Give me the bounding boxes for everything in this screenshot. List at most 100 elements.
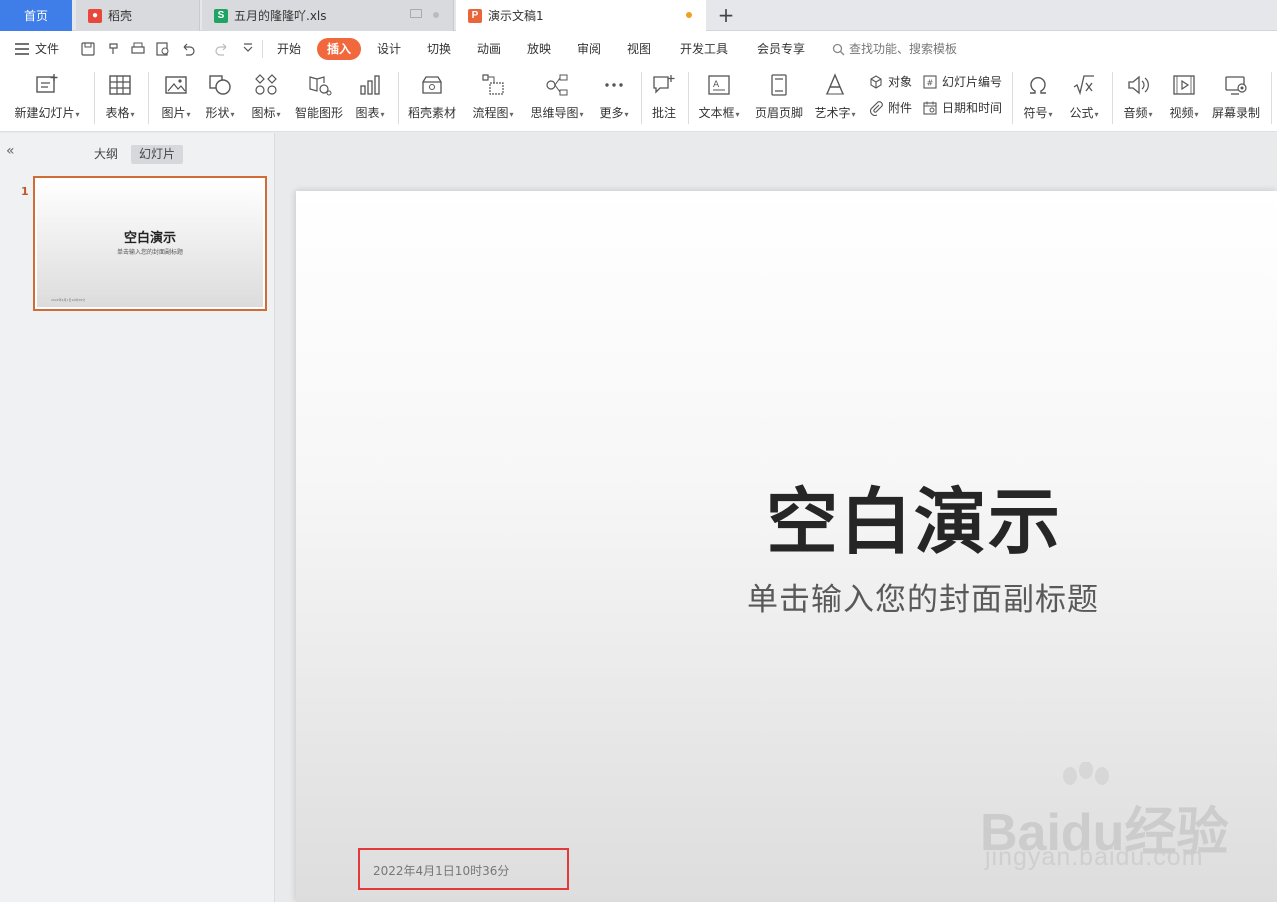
mindmap-button[interactable]: 思维导图▾ bbox=[526, 70, 588, 128]
speaker-icon bbox=[1128, 75, 1149, 95]
file-menu-button[interactable]: 文件 bbox=[14, 38, 59, 60]
slide-subtitle[interactable]: 单击输入您的封面副标题 bbox=[747, 574, 1099, 619]
audio-button[interactable]: 音频▾ bbox=[1118, 70, 1158, 128]
screen-record-button[interactable]: 屏幕录制 bbox=[1210, 70, 1262, 128]
picture-button[interactable]: 图片▾ bbox=[156, 70, 196, 128]
daoke-icon: ● bbox=[88, 8, 102, 23]
flowchart-label: 流程图 bbox=[472, 106, 509, 120]
print-preview-icon[interactable] bbox=[155, 41, 171, 57]
more-label: 更多 bbox=[599, 106, 624, 120]
symbol-label: 符号 bbox=[1023, 106, 1048, 120]
save-icon[interactable] bbox=[80, 41, 96, 57]
screen-record-icon bbox=[1225, 76, 1247, 95]
tab-spreadsheet[interactable]: S 五月的隆隆吖.xls bbox=[202, 0, 454, 31]
search-box[interactable]: 查找功能、搜索模板 bbox=[832, 38, 957, 60]
slide-panel: « 大纲 幻灯片 1 空白演示 单击输入您的封面副标题 2022年4月1日10时… bbox=[0, 133, 275, 902]
object-button[interactable]: 对象 bbox=[868, 72, 912, 92]
slide-thumbnail-canvas: 空白演示 单击输入您的封面副标题 2022年4月1日10时36分 bbox=[37, 180, 263, 307]
svg-text:#: # bbox=[927, 79, 934, 88]
object-icon bbox=[870, 75, 882, 89]
tab-home[interactable]: 首页 bbox=[0, 0, 72, 31]
header-footer-button[interactable]: 页眉页脚 bbox=[752, 70, 806, 128]
divider bbox=[1271, 72, 1272, 124]
chart-button[interactable]: 图表▾ bbox=[350, 70, 390, 128]
textbox-button[interactable]: A 文本框▾ bbox=[694, 70, 744, 128]
undo-icon[interactable] bbox=[180, 41, 196, 57]
material-icon bbox=[422, 76, 442, 94]
shape-button[interactable]: 形状▾ bbox=[200, 70, 240, 128]
icon-button[interactable]: 图标▾ bbox=[246, 70, 286, 128]
mindmap-label: 思维导图 bbox=[530, 106, 579, 120]
wordart-icon bbox=[826, 73, 844, 95]
search-icon bbox=[832, 43, 845, 55]
thumbnail-title: 空白演示 bbox=[123, 231, 176, 246]
slide-date[interactable]: 2022年4月1日10时36分 bbox=[373, 862, 509, 879]
divider bbox=[1112, 72, 1113, 124]
tab-outline[interactable]: 大纲 bbox=[86, 145, 126, 164]
smart-graphic-button[interactable]: 智能图形 bbox=[292, 70, 346, 128]
slide-thumbnail[interactable]: 空白演示 单击输入您的封面副标题 2022年4月1日10时36分 bbox=[33, 176, 267, 311]
new-slide-button[interactable]: 新建幻灯片▾ bbox=[10, 70, 84, 128]
menu-bar: 文件 开始 插入 设计 切换 动画 放映 审阅 视图 开发工具 会员专享 查找功… bbox=[0, 31, 1277, 66]
menu-start[interactable]: 开始 bbox=[277, 38, 301, 60]
menu-design[interactable]: 设计 bbox=[377, 38, 401, 60]
icon-library-icon bbox=[255, 74, 277, 95]
menu-insert[interactable]: 插入 bbox=[317, 38, 362, 60]
format-painter-icon[interactable] bbox=[106, 41, 122, 57]
redo-icon[interactable] bbox=[214, 41, 230, 57]
menu-animation[interactable]: 动画 bbox=[477, 38, 501, 60]
divider bbox=[262, 40, 263, 58]
more-button[interactable]: 更多▾ bbox=[594, 70, 634, 128]
print-icon[interactable] bbox=[130, 41, 146, 57]
smart-graphic-label: 智能图形 bbox=[294, 106, 343, 120]
tab-slides[interactable]: 幻灯片 bbox=[131, 145, 184, 164]
ribbon-insert: 新建幻灯片▾ 表格▾ 图片▾ 形状▾ 图标▾ 智能图形 图表▾ 稻壳素材 流程图… bbox=[0, 66, 1277, 132]
formula-button[interactable]: 公式▾ bbox=[1064, 70, 1104, 128]
symbol-button[interactable]: 符号▾ bbox=[1018, 70, 1058, 128]
table-button[interactable]: 表格▾ bbox=[101, 70, 139, 128]
customize-toolbar-icon[interactable] bbox=[240, 41, 256, 57]
menu-review[interactable]: 审阅 bbox=[577, 38, 601, 60]
tab-home-label: 首页 bbox=[23, 9, 48, 23]
comment-button[interactable]: 批注 bbox=[648, 70, 680, 128]
divider bbox=[94, 72, 95, 124]
tab-presentation[interactable]: P 演示文稿1 bbox=[456, 0, 706, 31]
tab-presentation-label: 演示文稿1 bbox=[488, 9, 544, 23]
menu-transition[interactable]: 切换 bbox=[427, 38, 451, 60]
menu-view[interactable]: 视图 bbox=[627, 38, 651, 60]
video-icon bbox=[1173, 75, 1195, 95]
new-tab-button[interactable]: + bbox=[716, 3, 736, 27]
picture-label: 图片 bbox=[161, 106, 186, 120]
menu-member[interactable]: 会员专享 bbox=[757, 38, 805, 60]
tab-daoke-label: 稻壳 bbox=[108, 9, 133, 23]
header-footer-label: 页眉页脚 bbox=[754, 106, 803, 120]
attachment-button[interactable]: 附件 bbox=[868, 98, 912, 118]
hamburger-icon bbox=[15, 43, 29, 55]
menu-developer-tools[interactable]: 开发工具 bbox=[680, 38, 728, 60]
datetime-button[interactable]: 日期和时间 bbox=[922, 98, 1002, 118]
slide-number-label: 幻灯片编号 bbox=[942, 75, 1003, 89]
chart-label: 图表 bbox=[355, 106, 380, 120]
daoke-material-button[interactable]: 稻壳素材 bbox=[405, 70, 459, 128]
slide-number-button[interactable]: # 幻灯片编号 bbox=[922, 72, 1002, 92]
video-button[interactable]: 视频▾ bbox=[1164, 70, 1204, 128]
divider bbox=[641, 72, 642, 124]
menu-slideshow[interactable]: 放映 bbox=[527, 38, 551, 60]
monitor-icon bbox=[410, 9, 422, 18]
collapse-panel-icon[interactable]: « bbox=[6, 143, 15, 159]
close-dot-icon[interactable] bbox=[433, 12, 439, 18]
omega-icon bbox=[1030, 76, 1046, 94]
formula-icon bbox=[1073, 75, 1094, 96]
tab-daoke[interactable]: ● 稻壳 bbox=[76, 0, 200, 31]
slide-title[interactable]: 空白演示 bbox=[766, 463, 1062, 568]
paperclip-icon bbox=[870, 101, 883, 116]
comment-icon bbox=[653, 75, 675, 94]
new-slide-label: 新建幻灯片 bbox=[14, 106, 75, 120]
flowchart-button[interactable]: 流程图▾ bbox=[468, 70, 518, 128]
comment-label: 批注 bbox=[651, 106, 676, 120]
header-footer-icon bbox=[771, 74, 787, 96]
wordart-button[interactable]: 艺术字▾ bbox=[810, 70, 860, 128]
thumbnail-subtitle: 单击输入您的封面副标题 bbox=[116, 249, 183, 256]
video-label: 视频 bbox=[1169, 106, 1194, 120]
table-label: 表格 bbox=[105, 106, 130, 120]
